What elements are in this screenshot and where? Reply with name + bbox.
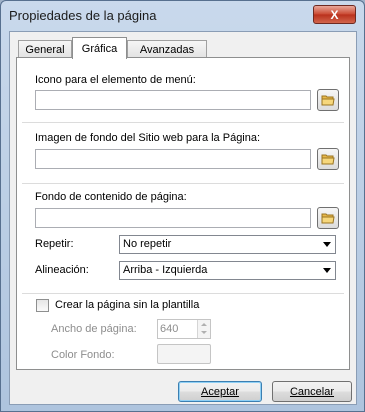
page-width-spinner[interactable]: 640 <box>157 319 211 339</box>
chevron-down-icon <box>323 268 331 273</box>
no-template-label: Crear la página sin la plantilla <box>55 299 200 311</box>
content-background-label: Fondo de contenido de página: <box>35 191 187 203</box>
chevron-down-icon <box>323 242 331 247</box>
separator <box>22 122 344 123</box>
bg-color-label: Color Fondo: <box>51 349 115 361</box>
tab-grafica[interactable]: Gráfica <box>72 37 127 59</box>
title-bar[interactable]: Propiedades de la página X <box>1 1 364 31</box>
dialog-client-area: General Gráfica Avanzadas Icono para el … <box>9 31 357 405</box>
folder-icon <box>321 213 335 224</box>
menu-icon-input[interactable] <box>35 90 311 110</box>
folder-icon <box>321 154 335 165</box>
spinner-up-icon <box>201 323 207 326</box>
alignment-select-value: Arriba - Izquierda <box>123 264 208 276</box>
close-button[interactable]: X <box>313 5 356 24</box>
grafica-panel: Icono para el elemento de menú: Imagen d… <box>16 57 350 370</box>
spinner-buttons[interactable] <box>197 320 210 338</box>
repeat-select[interactable]: No repetir <box>119 235 336 254</box>
separator <box>22 293 344 294</box>
no-template-checkbox[interactable] <box>36 299 49 312</box>
alignment-select[interactable]: Arriba - Izquierda <box>119 261 336 280</box>
repeat-label: Repetir: <box>35 238 74 250</box>
site-background-browse-button[interactable] <box>317 148 339 170</box>
close-icon: X <box>330 7 339 22</box>
folder-icon <box>321 95 335 106</box>
tab-general[interactable]: General <box>18 40 72 58</box>
menu-icon-browse-button[interactable] <box>317 89 339 111</box>
separator <box>22 183 344 184</box>
alignment-label: Alineación: <box>35 264 89 276</box>
site-background-label: Imagen de fondo del Sitio web para la Pá… <box>35 132 261 144</box>
menu-icon-label: Icono para el elemento de menú: <box>35 74 196 86</box>
content-background-input[interactable] <box>35 208 311 228</box>
repeat-select-value: No repetir <box>123 238 172 250</box>
page-width-label: Ancho de página: <box>51 323 137 335</box>
bg-color-picker[interactable] <box>157 344 211 364</box>
dialog-window: Propiedades de la página X General Gráfi… <box>0 0 365 412</box>
tab-avanzadas[interactable]: Avanzadas <box>127 40 207 58</box>
page-width-value: 640 <box>160 323 179 335</box>
content-background-browse-button[interactable] <box>317 207 339 229</box>
cancel-button[interactable]: Cancelar <box>272 381 352 402</box>
accept-button-label: Aceptar <box>201 385 239 398</box>
accept-button[interactable]: Aceptar <box>178 381 262 402</box>
cancel-button-label: Cancelar <box>289 385 335 398</box>
site-background-input[interactable] <box>35 149 311 169</box>
spinner-down-icon <box>201 331 207 334</box>
window-title: Propiedades de la página <box>9 8 157 23</box>
